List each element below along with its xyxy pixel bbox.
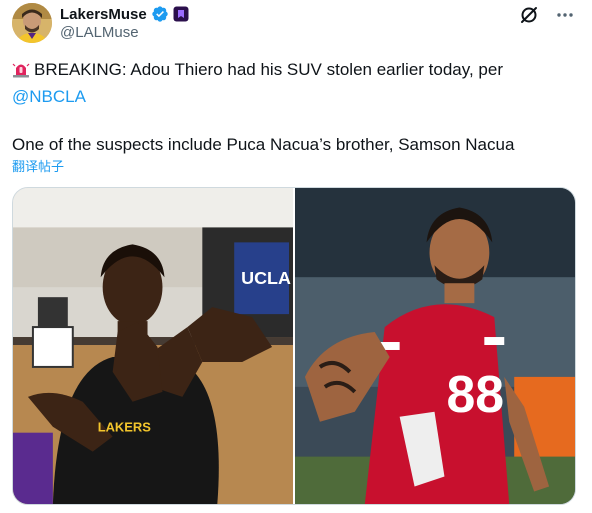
tweet-top-actions (518, 4, 576, 26)
grok-icon[interactable] (518, 4, 540, 26)
photo-right[interactable]: 88 (295, 188, 575, 504)
ucla-banner: UCLA (241, 268, 291, 288)
more-icon[interactable] (554, 4, 576, 26)
tweet-line-1: BREAKING: Adou Thiero had his SUV stolen… (12, 58, 572, 85)
tweet-line-2: @NBCLA (12, 85, 572, 109)
translate-post-link[interactable]: 翻译帖子 (12, 156, 64, 175)
tweet: LakersMuse @LALMuse BREAKING: Adou Thier… (0, 0, 592, 513)
author-display-name[interactable]: LakersMuse (60, 6, 147, 23)
tweet-breaking-text: BREAKING: Adou Thiero had his SUV stolen… (34, 60, 504, 79)
shirt-text: LAKERS (98, 420, 152, 435)
tweet-spacer (12, 109, 572, 133)
photo-left[interactable]: UCLA LAKERS (13, 188, 293, 504)
affiliate-badge-icon[interactable] (173, 6, 189, 22)
verified-badge-icon (151, 5, 169, 23)
author-name-row: LakersMuse (60, 4, 189, 24)
jersey-number: 88 (446, 365, 504, 423)
tweet-media: UCLA LAKERS 88 (12, 187, 576, 505)
tweet-line-3: One of the suspects include Puca Nacua’s… (12, 135, 515, 154)
author-handle[interactable]: @LALMuse (60, 24, 139, 41)
siren-emoji (12, 60, 30, 85)
tweet-text: BREAKING: Adou Thiero had his SUV stolen… (12, 58, 572, 157)
mention-link[interactable]: @NBCLA (12, 87, 86, 106)
avatar[interactable] (12, 3, 52, 43)
